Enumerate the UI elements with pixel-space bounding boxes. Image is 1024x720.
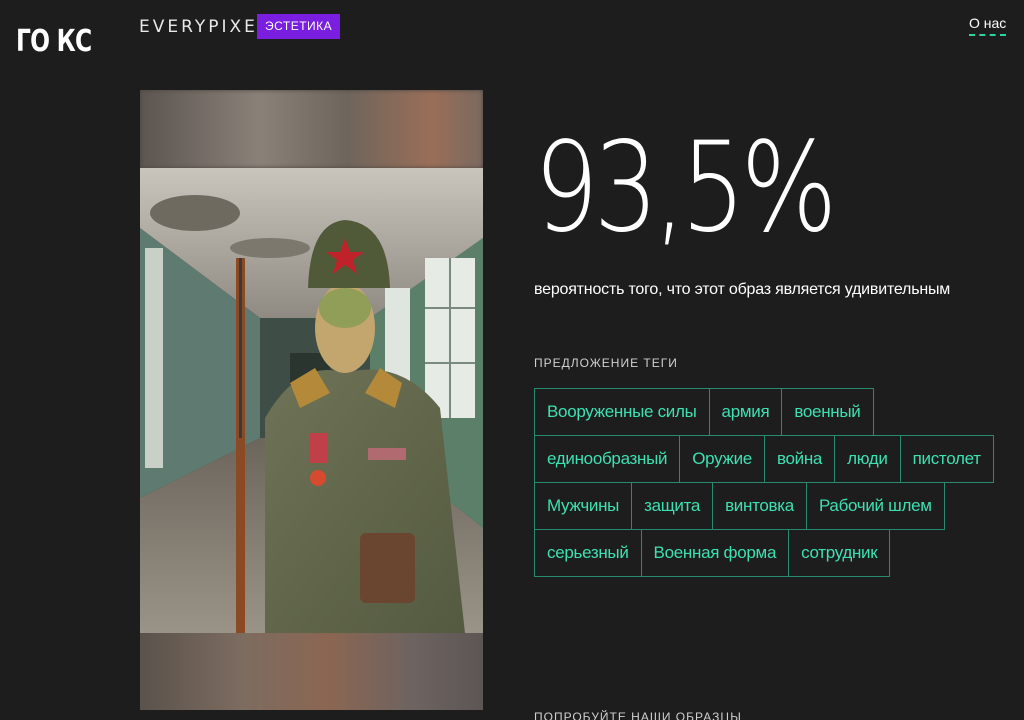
photo-scene bbox=[140, 168, 483, 633]
corner-watermark-text: ГО КС bbox=[16, 24, 92, 59]
tag-item[interactable]: сотрудник bbox=[788, 529, 891, 577]
aesthetic-score: 93,5% bbox=[534, 116, 837, 260]
photo-blur-top bbox=[140, 90, 483, 168]
tag-item[interactable]: винтовка bbox=[712, 482, 807, 530]
tag-item[interactable]: защита bbox=[631, 482, 714, 530]
photo-blur-bottom bbox=[140, 633, 483, 710]
tag-item[interactable]: единообразный bbox=[534, 435, 681, 483]
tag-list: Вооруженные силы армия военный единообразны… bbox=[534, 388, 994, 577]
tag-item[interactable]: Рабочий шлем bbox=[805, 482, 945, 530]
tag-item[interactable]: военный bbox=[781, 388, 874, 436]
about-link[interactable]: О нас bbox=[969, 15, 1007, 36]
tag-item[interactable]: пистолет bbox=[899, 435, 994, 483]
score-caption: вероятность того, что этот образ являетс… bbox=[534, 281, 951, 298]
tag-item[interactable]: Вооруженные силы bbox=[534, 388, 710, 436]
tag-item[interactable]: люди bbox=[834, 435, 901, 483]
try-samples-heading: ПОПРОБУЙТЕ НАШИ ОБРАЗЦЫ bbox=[534, 710, 742, 720]
product-badge[interactable]: ЭСТЕТИКА bbox=[257, 14, 341, 39]
tag-item[interactable]: серьезный bbox=[534, 529, 642, 577]
tag-item[interactable]: Оружие bbox=[679, 435, 765, 483]
tag-item[interactable]: Мужчины bbox=[534, 482, 633, 530]
tag-item[interactable]: армия bbox=[708, 388, 783, 436]
suggested-tags-heading: ПРЕДЛОЖЕНИЕ ТЕГИ bbox=[534, 356, 678, 370]
uploaded-photo bbox=[140, 90, 483, 710]
tag-item[interactable]: война bbox=[763, 435, 836, 483]
tag-item[interactable]: Военная форма bbox=[640, 529, 790, 577]
brand-logo[interactable]: EVERYPIXEL bbox=[139, 17, 270, 37]
